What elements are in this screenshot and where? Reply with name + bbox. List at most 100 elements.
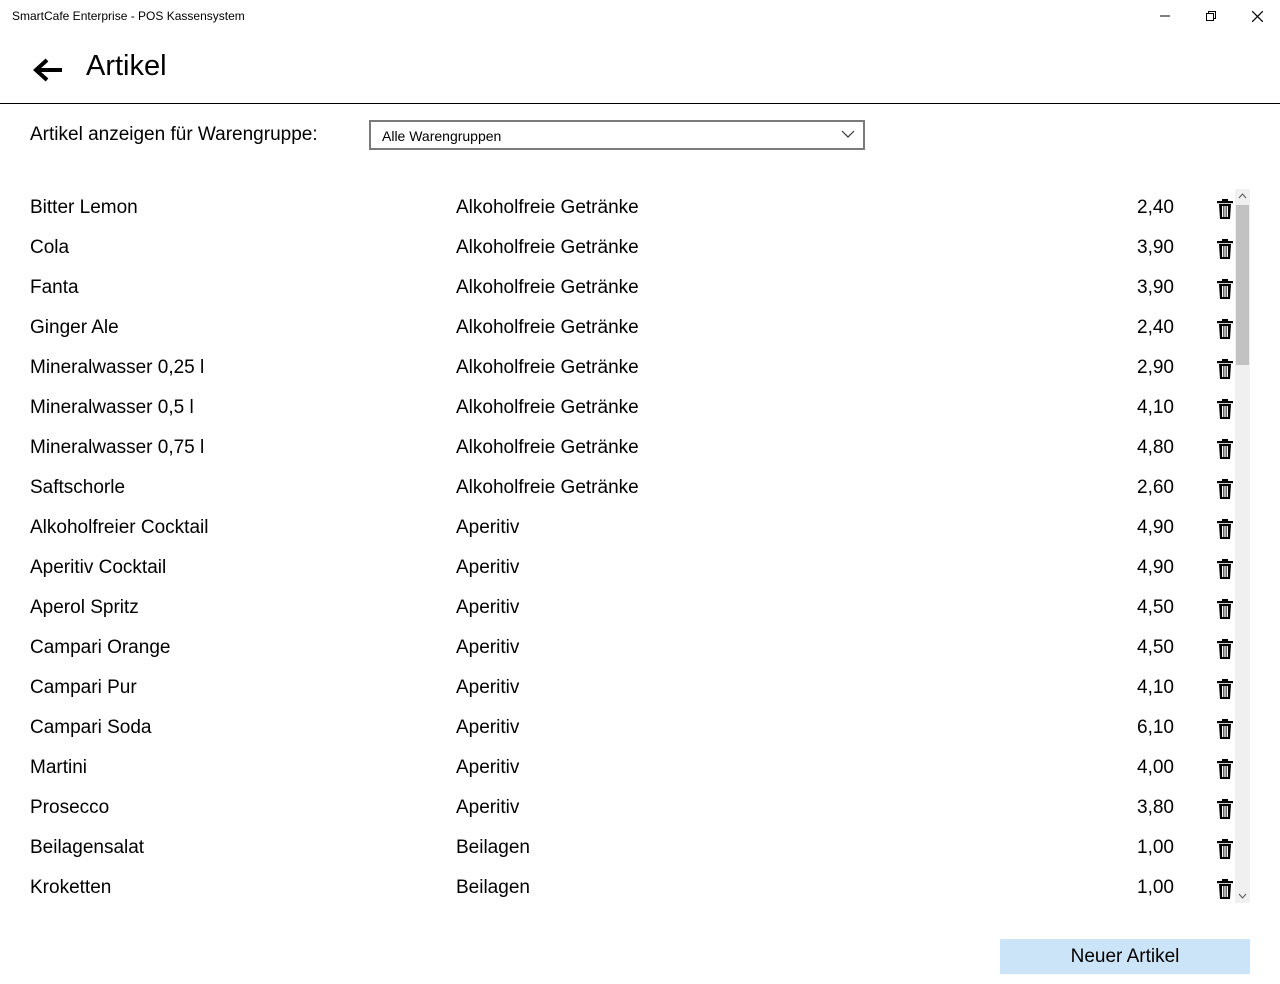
trash-icon: [1217, 679, 1233, 699]
article-name: Mineralwasser 0,5 l: [30, 397, 194, 418]
title-bar: SmartCafe Enterprise - POS Kassensystem: [0, 0, 1280, 32]
article-price: 2,40: [1137, 197, 1174, 218]
trash-icon: [1217, 879, 1233, 899]
article-price: 3,90: [1137, 277, 1174, 298]
delete-article-button[interactable]: [1214, 798, 1236, 820]
window-title: SmartCafe Enterprise - POS Kassensystem: [12, 9, 245, 23]
delete-article-button[interactable]: [1214, 278, 1236, 300]
trash-icon: [1217, 519, 1233, 539]
trash-icon: [1217, 439, 1233, 459]
delete-article-button[interactable]: [1214, 318, 1236, 340]
article-row[interactable]: Alkoholfreier Cocktail Aperitiv 4,90: [0, 509, 1236, 549]
article-group: Alkoholfreie Getränke: [456, 477, 639, 498]
article-group: Beilagen: [456, 837, 530, 858]
close-icon: [1251, 10, 1263, 22]
article-name: Campari Pur: [30, 677, 137, 698]
article-name: Alkoholfreier Cocktail: [30, 517, 209, 538]
scroll-thumb[interactable]: [1236, 205, 1249, 365]
delete-article-button[interactable]: [1214, 718, 1236, 740]
article-row[interactable]: Aperol Spritz Aperitiv 4,50: [0, 589, 1236, 629]
trash-icon: [1217, 559, 1233, 579]
delete-article-button[interactable]: [1214, 558, 1236, 580]
article-price: 2,60: [1137, 477, 1174, 498]
delete-article-button[interactable]: [1214, 678, 1236, 700]
article-group: Alkoholfreie Getränke: [456, 197, 639, 218]
article-row[interactable]: Prosecco Aperitiv 3,80: [0, 789, 1236, 829]
delete-article-button[interactable]: [1214, 838, 1236, 860]
article-group: Aperitiv: [456, 637, 520, 658]
article-name: Mineralwasser 0,25 l: [30, 357, 205, 378]
article-group: Beilagen: [456, 877, 530, 898]
delete-article-button[interactable]: [1214, 598, 1236, 620]
trash-icon: [1217, 239, 1233, 259]
page-title: Artikel: [86, 50, 167, 82]
article-row[interactable]: Mineralwasser 0,75 l Alkoholfreie Getränk…: [0, 429, 1236, 469]
trash-icon: [1217, 359, 1233, 379]
article-price: 3,80: [1137, 797, 1174, 818]
article-row[interactable]: Campari Pur Aperitiv 4,10: [0, 669, 1236, 709]
article-row[interactable]: Saftschorle Alkoholfreie Getränke 2,60: [0, 469, 1236, 509]
delete-article-button[interactable]: [1214, 398, 1236, 420]
article-group: Aperitiv: [456, 797, 520, 818]
article-price: 4,90: [1137, 517, 1174, 538]
article-group: Alkoholfreie Getränke: [456, 317, 639, 338]
warengruppe-dropdown[interactable]: Alle Warengruppen: [369, 120, 865, 150]
scroll-down-button[interactable]: [1235, 889, 1250, 903]
article-row[interactable]: Aperitiv Cocktail Aperitiv 4,90: [0, 549, 1236, 589]
article-row[interactable]: Beilagensalat Beilagen 1,00: [0, 829, 1236, 869]
article-row[interactable]: Mineralwasser 0,25 l Alkoholfreie Getränk…: [0, 349, 1236, 389]
new-article-button[interactable]: Neuer Artikel: [1000, 939, 1250, 974]
article-list: Bitter Lemon Alkoholfreie Getränke 2,40 Col…: [0, 189, 1236, 903]
delete-article-button[interactable]: [1214, 878, 1236, 900]
article-price: 4,10: [1137, 397, 1174, 418]
article-row[interactable]: Campari Orange Aperitiv 4,50: [0, 629, 1236, 669]
article-row[interactable]: Ginger Ale Alkoholfreie Getränke 2,40: [0, 309, 1236, 349]
article-group: Aperitiv: [456, 557, 520, 578]
delete-article-button[interactable]: [1214, 358, 1236, 380]
article-name: Cola: [30, 237, 70, 258]
article-price: 6,10: [1137, 717, 1174, 738]
dropdown-selected-value: Alle Warengruppen: [382, 128, 502, 144]
article-group: Alkoholfreie Getränke: [456, 437, 639, 458]
article-name: Fanta: [30, 277, 79, 298]
delete-article-button[interactable]: [1214, 198, 1236, 220]
trash-icon: [1217, 199, 1233, 219]
restore-icon: [1206, 11, 1216, 21]
article-row[interactable]: Cola Alkoholfreie Getränke 3,90: [0, 229, 1236, 269]
close-button[interactable]: [1234, 0, 1280, 32]
arrow-left-icon: [33, 58, 62, 82]
delete-article-button[interactable]: [1214, 638, 1236, 660]
article-name: Saftschorle: [30, 477, 126, 498]
delete-article-button[interactable]: [1214, 438, 1236, 460]
article-name: Bitter Lemon: [30, 197, 138, 218]
article-group: Aperitiv: [456, 517, 520, 538]
article-row[interactable]: Kroketten Beilagen 1,00: [0, 869, 1236, 903]
trash-icon: [1217, 479, 1233, 499]
minimize-button[interactable]: [1142, 0, 1188, 32]
back-button[interactable]: [28, 50, 68, 90]
delete-article-button[interactable]: [1214, 518, 1236, 540]
article-row[interactable]: Bitter Lemon Alkoholfreie Getränke 2,40: [0, 189, 1236, 229]
delete-article-button[interactable]: [1214, 478, 1236, 500]
article-name: Mineralwasser 0,75 l: [30, 437, 205, 458]
article-name: Campari Orange: [30, 637, 171, 658]
delete-article-button[interactable]: [1214, 758, 1236, 780]
article-group: Aperitiv: [456, 597, 520, 618]
filter-label: Artikel anzeigen für Warengruppe:: [30, 124, 318, 145]
restore-button[interactable]: [1188, 0, 1234, 32]
article-price: 4,90: [1137, 557, 1174, 578]
delete-article-button[interactable]: [1214, 238, 1236, 260]
article-name: Ginger Ale: [30, 317, 119, 338]
trash-icon: [1217, 639, 1233, 659]
scroll-up-button[interactable]: [1235, 189, 1250, 203]
article-price: 2,40: [1137, 317, 1174, 338]
article-group: Aperitiv: [456, 717, 520, 738]
article-row[interactable]: Campari Soda Aperitiv 6,10: [0, 709, 1236, 749]
list-scrollbar[interactable]: [1235, 189, 1250, 903]
article-row[interactable]: Mineralwasser 0,5 l Alkoholfreie Getränke…: [0, 389, 1236, 429]
article-price: 3,90: [1137, 237, 1174, 258]
article-row[interactable]: Fanta Alkoholfreie Getränke 3,90: [0, 269, 1236, 309]
article-name: Kroketten: [30, 877, 112, 898]
chevron-down-icon: [1238, 893, 1247, 899]
article-row[interactable]: Martini Aperitiv 4,00: [0, 749, 1236, 789]
